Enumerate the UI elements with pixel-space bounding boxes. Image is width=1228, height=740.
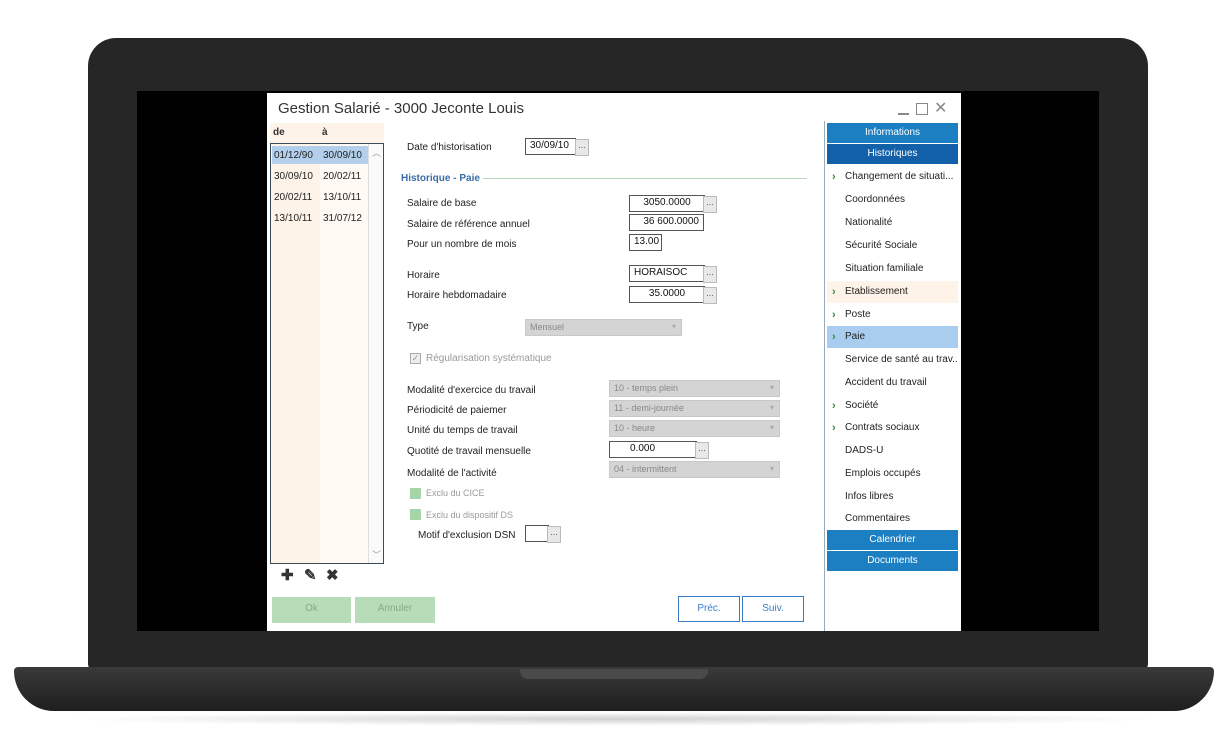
section-divider	[483, 178, 807, 179]
modalite-activite-label: Modalité de l'activité	[407, 468, 497, 479]
pencil-icon[interactable]: ✎	[304, 566, 317, 584]
history-row[interactable]: 13/10/11 31/07/12	[272, 209, 368, 227]
nav-head-documents[interactable]: Documents	[827, 551, 958, 571]
chevron-down-icon: ▾	[769, 423, 774, 432]
nav-item-securite-sociale[interactable]: Sécurité Sociale	[827, 235, 958, 257]
exclu-ds-checkbox[interactable]	[410, 509, 421, 520]
salaire-ref-input[interactable]: 36 600.0000	[629, 214, 704, 231]
next-button[interactable]: Suiv.	[742, 596, 804, 622]
unite-label: Unité du temps de travail	[407, 425, 518, 436]
nav-item-accident[interactable]: Accident du travail	[827, 372, 958, 394]
nav-head-calendrier[interactable]: Calendrier	[827, 530, 958, 550]
nav-item-dads[interactable]: DADS-U	[827, 440, 958, 462]
nav-item-paie[interactable]: › Paie	[827, 326, 958, 348]
quotite-label: Quotité de travail mensuelle	[407, 446, 531, 457]
periodicite-select[interactable]: 11 - demi-journée ▾	[609, 400, 780, 417]
nav-item-etablissement[interactable]: › Etablissement	[827, 281, 958, 303]
chevron-down-icon: ▾	[769, 464, 774, 473]
chevron-right-icon: ›	[832, 309, 836, 321]
nav-item-societe[interactable]: › Société	[827, 395, 958, 417]
nav-item-coordonnees[interactable]: Coordonnées	[827, 189, 958, 211]
chevron-right-icon: ›	[832, 422, 836, 434]
history-row[interactable]: 20/02/11 13/10/11	[272, 188, 368, 206]
salaire-ref-label: Salaire de référence annuel	[407, 219, 530, 230]
chevron-right-icon: ›	[832, 171, 836, 183]
modalite-exercice-select[interactable]: 10 - temps plein ▾	[609, 380, 780, 397]
exclu-ds-label: Exclu du dispositif DS	[426, 510, 514, 520]
check-icon: ✓	[411, 353, 420, 363]
prev-button[interactable]: Préc.	[678, 596, 740, 622]
type-select[interactable]: Mensuel ▾	[525, 319, 682, 336]
x-icon[interactable]: ✖	[326, 566, 339, 584]
chevron-right-icon: ›	[832, 331, 836, 343]
section-title: Historique - Paie	[401, 173, 480, 184]
date-label: Date d'historisation	[407, 142, 492, 153]
chevron-right-icon: ›	[832, 286, 836, 298]
salaire-base-input[interactable]: 3050.0000	[629, 195, 705, 212]
quotite-button[interactable]: ...	[695, 442, 709, 459]
maximize-icon[interactable]	[916, 103, 928, 115]
nav-item-contrats[interactable]: › Contrats sociaux	[827, 417, 958, 439]
history-list[interactable]: 01/12/90 30/09/10 30/09/10 20/02/11 20/0…	[270, 143, 384, 564]
nb-mois-label: Pour un nombre de mois	[407, 239, 517, 250]
close-icon[interactable]: ✕	[934, 101, 947, 117]
horaire-input[interactable]: HORAISOC	[629, 265, 705, 282]
chevron-down-icon[interactable]: ﹀	[372, 548, 381, 561]
history-row[interactable]: 30/09/10 20/02/11	[272, 167, 368, 185]
salaire-base-button[interactable]: ...	[703, 196, 717, 213]
nav-item-service-sante[interactable]: Service de santé au trav...	[827, 349, 958, 371]
nav-item-nationalite[interactable]: Nationalité	[827, 212, 958, 234]
nav-item-commentaires[interactable]: Commentaires	[827, 508, 958, 530]
date-input[interactable]: 30/09/10	[525, 138, 576, 155]
periodicite-label: Périodicité de paiemer	[407, 405, 507, 416]
chevron-down-icon: ▾	[769, 403, 774, 412]
motif-button[interactable]: ...	[547, 526, 561, 543]
date-picker-button[interactable]: ...	[575, 139, 589, 156]
nav-item-situation-familiale[interactable]: Situation familiale	[827, 258, 958, 280]
chevron-down-icon: ▾	[769, 383, 774, 392]
chevron-right-icon: ›	[832, 400, 836, 412]
quotite-input[interactable]: 0.000	[609, 441, 697, 458]
horaire-label: Horaire	[407, 270, 440, 281]
regularisation-checkbox[interactable]: ✓	[410, 353, 421, 364]
history-col-from: de	[273, 127, 285, 138]
regularisation-label: Régularisation systématique	[426, 353, 552, 364]
laptop-shadow	[60, 712, 1168, 726]
horaire-hebdo-label: Horaire hebdomadaire	[407, 290, 507, 301]
chevron-down-icon: ▾	[671, 322, 676, 331]
nb-mois-input[interactable]: 13.00	[629, 234, 662, 251]
history-scrollbar[interactable]: ︿ ﹀	[368, 144, 383, 563]
ok-button[interactable]: Ok	[272, 597, 351, 623]
history-col-to: à	[322, 127, 328, 138]
motif-input[interactable]	[525, 525, 549, 542]
laptop-notch	[520, 669, 708, 679]
history-row[interactable]: 01/12/90 30/09/10	[272, 146, 368, 164]
nav-item-changement[interactable]: › Changement de situati...	[827, 166, 958, 188]
history-header: de à	[270, 123, 384, 143]
type-label: Type	[407, 321, 429, 332]
horaire-hebdo-input[interactable]: 35.0000	[629, 286, 705, 303]
plus-icon[interactable]: ✚	[281, 566, 294, 584]
salaire-base-label: Salaire de base	[407, 198, 477, 209]
exclu-cice-label: Exclu du CICE	[426, 488, 485, 498]
modalite-activite-select[interactable]: 04 - intermittent ▾	[609, 461, 780, 478]
modalite-exercice-label: Modalité d'exercice du travail	[407, 385, 536, 396]
cancel-button[interactable]: Annuler	[355, 597, 435, 623]
nav-item-emplois[interactable]: Emplois occupés	[827, 463, 958, 485]
minimize-icon[interactable]	[898, 113, 909, 115]
nav-item-infos-libres[interactable]: Infos libres	[827, 486, 958, 508]
exclu-cice-checkbox[interactable]	[410, 488, 421, 499]
horaire-button[interactable]: ...	[703, 266, 717, 283]
unite-select[interactable]: 10 - heure ▾	[609, 420, 780, 437]
nav-item-poste[interactable]: › Poste	[827, 304, 958, 326]
window-title: Gestion Salarié - 3000 Jeconte Louis	[278, 100, 524, 117]
motif-label: Motif d'exclusion DSN	[418, 530, 516, 541]
horaire-hebdo-button[interactable]: ...	[703, 287, 717, 304]
side-nav: Informations Historiques › Changement de …	[824, 121, 961, 631]
nav-head-historiques[interactable]: Historiques	[827, 144, 958, 164]
employee-window: Gestion Salarié - 3000 Jeconte Louis ✕ d…	[267, 93, 961, 631]
nav-head-informations[interactable]: Informations	[827, 123, 958, 143]
chevron-up-icon[interactable]: ︿	[372, 146, 381, 159]
